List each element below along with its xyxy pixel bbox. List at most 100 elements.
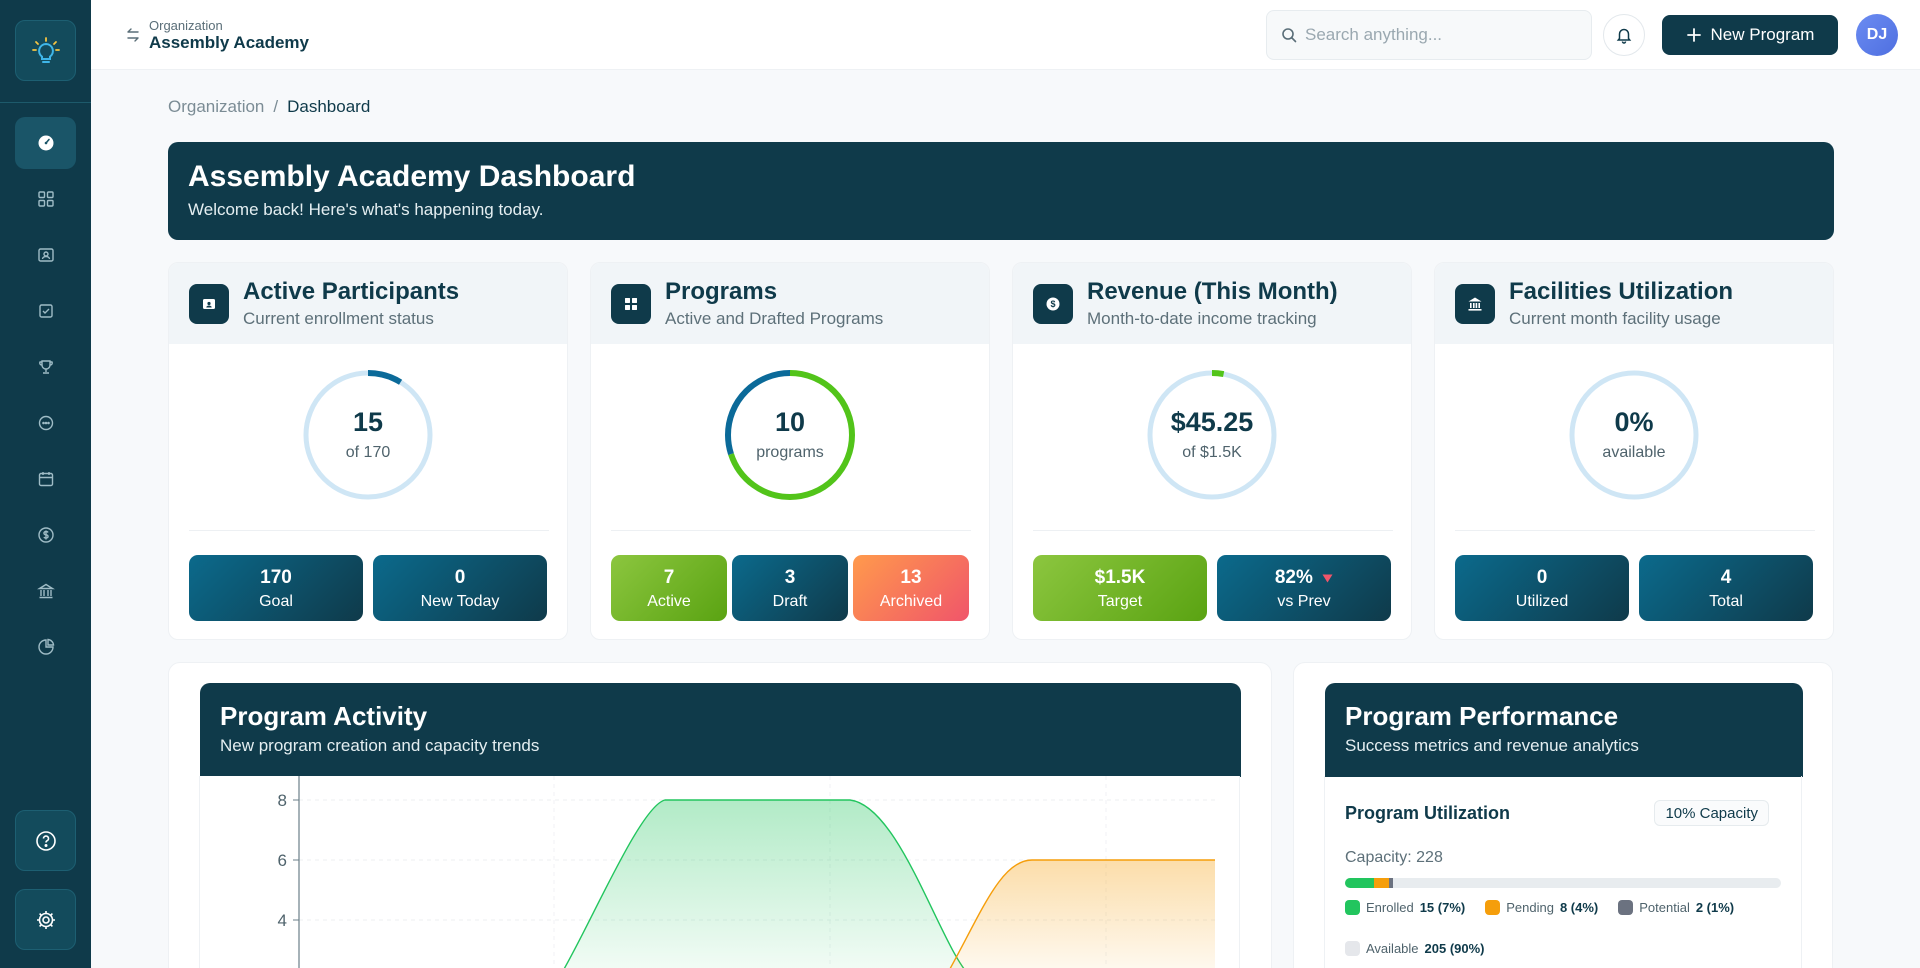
sidebar-item-calendar[interactable]: [15, 453, 76, 505]
revenue-vs-prev-stat[interactable]: 82% vs Prev: [1217, 555, 1391, 621]
svg-text:$: $: [1050, 299, 1055, 309]
legend-value: 205 (90%): [1424, 941, 1485, 956]
revenue-card-subtitle: Month-to-date income tracking: [1087, 309, 1317, 328]
pending-swatch: [1485, 900, 1501, 915]
program-performance-title: Program Performance: [1345, 701, 1619, 731]
card-divider: [189, 530, 549, 531]
programs-archived-stat[interactable]: 13 Archived: [853, 555, 969, 621]
breadcrumb-separator: /: [273, 97, 279, 116]
bell-icon: [1616, 28, 1632, 44]
y-tick-label: 6: [278, 851, 287, 870]
facilities-total-stat[interactable]: 4 Total: [1639, 555, 1813, 621]
stat-label: Target: [1097, 593, 1143, 610]
participants-card: Active Participants Current enrollment s…: [168, 262, 568, 640]
sidebar-item-facilities[interactable]: [15, 565, 76, 617]
notifications-button[interactable]: [1603, 14, 1645, 56]
card-divider: [611, 530, 971, 531]
facilities-card-icon: [1455, 283, 1495, 324]
capacity-bar: [1345, 878, 1781, 888]
revenue-card: $ Revenue (This Month) Month-to-date inc…: [1012, 262, 1412, 640]
series-area-1: [950, 860, 1215, 968]
search-input[interactable]: [1305, 25, 1575, 45]
dollar-coin-icon: $: [1046, 297, 1060, 310]
legend-label: Available: [1366, 941, 1419, 956]
building-icon: [1468, 297, 1482, 311]
programs-active-stat[interactable]: 7 Active: [611, 555, 727, 621]
sidebar-nav: [0, 117, 91, 677]
settings-button[interactable]: [15, 889, 76, 950]
sidebar-item-grid[interactable]: [15, 173, 76, 225]
capacity-segment-enrolled: [1345, 878, 1374, 888]
facilities-card-header: Facilities Utilization Current month fac…: [1435, 263, 1833, 344]
sidebar-item-dashboard[interactable]: [15, 117, 76, 169]
help-icon: [35, 830, 56, 851]
programs-card-icon: [611, 283, 651, 324]
card-divider: [1455, 530, 1815, 531]
switch-arrows-icon: [127, 28, 139, 42]
stat-label: Draft: [772, 593, 808, 610]
dollar-icon: [37, 527, 54, 543]
sidebar: [0, 0, 91, 968]
help-button[interactable]: [15, 810, 76, 871]
revenue-card-title: Revenue (This Month): [1087, 278, 1338, 305]
stat-value-row: 82%: [1217, 567, 1391, 589]
facilities-value: 0%: [1614, 407, 1654, 437]
activity-chart-svg: 8 6 4: [278, 776, 1215, 968]
program-activity-header: Program Activity New program creation an…: [200, 683, 1241, 777]
trophy-icon: [38, 360, 53, 374]
gear-icon: [36, 910, 55, 929]
capacity-badge: 10% Capacity: [1654, 800, 1769, 826]
org-switcher[interactable]: Organization Assembly Academy: [125, 18, 309, 52]
program-performance-subtitle: Success metrics and revenue analytics: [1345, 736, 1639, 755]
breadcrumb: Organization / Dashboard: [168, 97, 370, 117]
legend-value: 15 (7%): [1419, 900, 1466, 915]
capacity-segment-pending: [1373, 878, 1390, 888]
grid-icon: [625, 297, 637, 310]
sidebar-item-achievements[interactable]: [15, 341, 76, 393]
revenue-progress-ring: $45.25 of $1.5K: [1146, 369, 1278, 501]
trend-down-icon: [1322, 574, 1333, 583]
search-icon: [1282, 28, 1297, 43]
sidebar-item-finance[interactable]: [15, 509, 76, 561]
stat-value: 82%: [1274, 567, 1313, 588]
new-program-label: New Program: [1710, 25, 1815, 44]
legend-row: Available 205 (90%): [1345, 941, 1485, 956]
series-area-0: [564, 800, 964, 968]
legend-value: 8 (4%): [1559, 900, 1599, 915]
programs-card-subtitle: Active and Drafted Programs: [665, 309, 884, 328]
stat-label: vs Prev: [1277, 593, 1331, 610]
gauge-icon: [38, 135, 53, 151]
plus-icon: [1686, 28, 1701, 42]
stat-label: Total: [1709, 593, 1743, 610]
program-activity-title: Program Activity: [220, 701, 428, 731]
y-tick-label: 8: [278, 791, 287, 810]
program-performance-header: Program Performance Success metrics and …: [1325, 683, 1803, 777]
participants-value: 15: [352, 407, 384, 437]
participants-progress-ring: 15 of 170: [302, 369, 434, 501]
revenue-label: of $1.5K: [1182, 444, 1242, 461]
revenue-target-stat[interactable]: $1.5K Target: [1033, 555, 1207, 621]
sidebar-item-tasks[interactable]: [15, 285, 76, 337]
programs-draft-stat[interactable]: 3 Draft: [732, 555, 848, 621]
programs-card-title: Programs: [665, 278, 778, 305]
sidebar-item-participants[interactable]: [15, 229, 76, 281]
lightbulb-icon: [31, 36, 60, 63]
facilities-utilized-stat[interactable]: 0 Utilized: [1455, 555, 1629, 621]
new-program-button[interactable]: New Program: [1662, 15, 1838, 55]
participants-new-today-stat[interactable]: 0 New Today: [373, 555, 547, 621]
facilities-progress-ring: 0% available: [1568, 369, 1700, 501]
org-labels: Organization Assembly Academy: [149, 18, 309, 52]
participants-goal-stat[interactable]: 170 Goal: [189, 555, 363, 621]
sidebar-item-reports[interactable]: [15, 621, 76, 673]
search-box[interactable]: [1266, 10, 1592, 60]
stat-label: Archived: [879, 593, 943, 610]
sidebar-item-messages[interactable]: [15, 397, 76, 449]
user-avatar[interactable]: DJ: [1856, 14, 1898, 56]
id-badge-icon: [203, 298, 215, 309]
utilization-title: Program Utilization: [1345, 803, 1511, 823]
stat-value: 13: [900, 567, 922, 588]
legend-row: Enrolled 15 (7%) Pending 8 (4%) Potentia…: [1345, 900, 1734, 915]
breadcrumb-organization[interactable]: Organization: [168, 97, 264, 117]
app-logo[interactable]: [15, 20, 76, 81]
legend-label: Pending: [1506, 900, 1554, 915]
